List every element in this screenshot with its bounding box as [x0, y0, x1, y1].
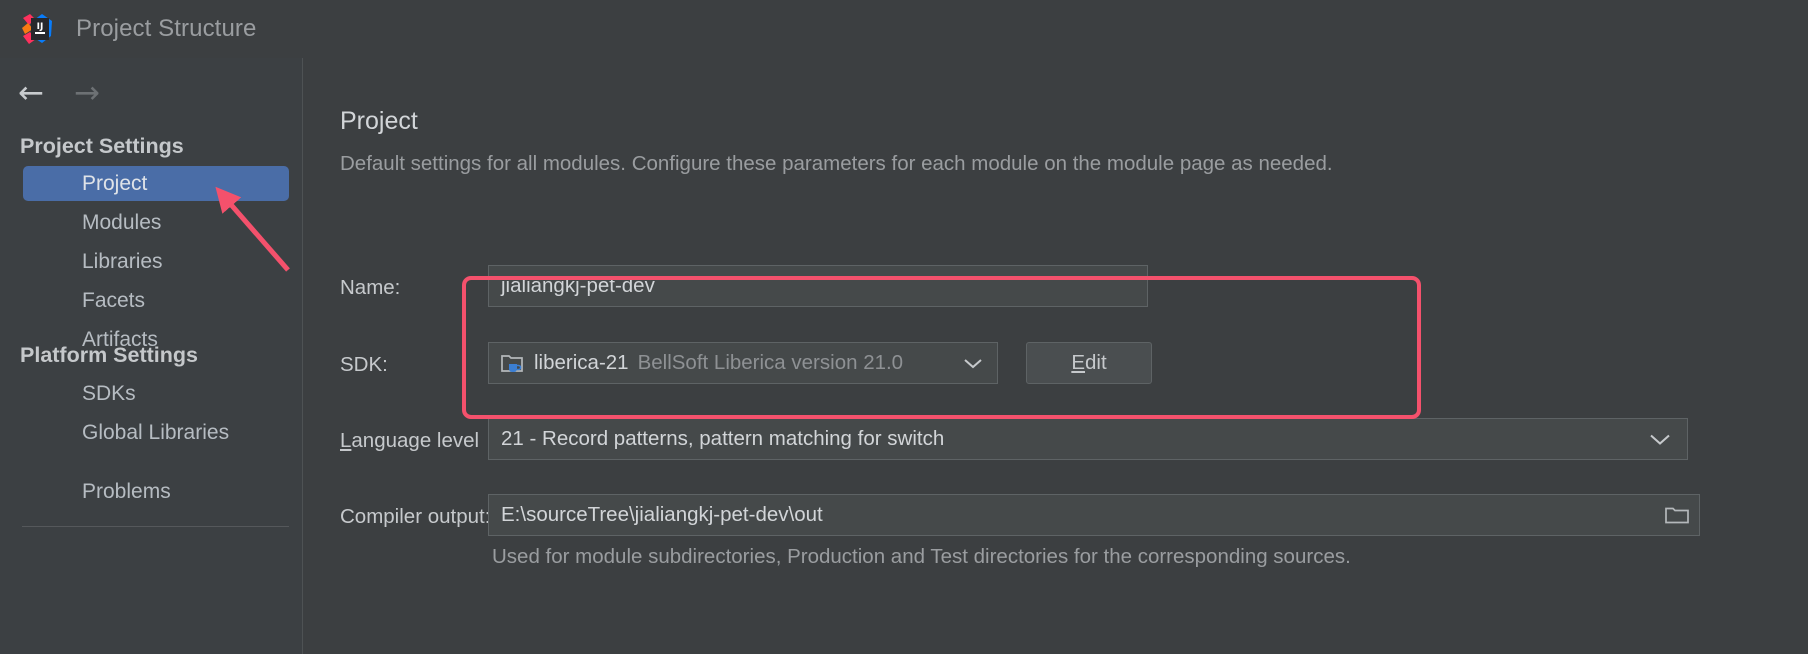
sidebar-item-label: Facets — [82, 288, 146, 312]
language-level-dropdown[interactable]: 21 - Record patterns, pattern matching f… — [488, 418, 1688, 460]
folder-browse-icon[interactable] — [1665, 505, 1689, 526]
sidebar-item-label: Project — [82, 171, 148, 195]
sidebar-item-problems[interactable]: Problems — [23, 474, 289, 509]
project-structure-dialog: IJ Project Structure ← → Project Setting… — [0, 0, 1808, 654]
navigation-arrows: ← → — [18, 78, 100, 109]
sidebar-item-global-libraries[interactable]: Global Libraries — [23, 415, 289, 450]
sidebar-item-modules[interactable]: Modules — [23, 205, 289, 240]
language-level-label-rest: anguage level — [351, 429, 480, 452]
chevron-down-icon[interactable] — [1649, 433, 1671, 446]
sidebar-divider — [22, 526, 289, 527]
sidebar-item-label: Libraries — [82, 249, 163, 273]
chevron-down-icon[interactable] — [963, 357, 983, 369]
intellij-idea-logo-icon: IJ — [20, 12, 54, 46]
arrow-left-icon[interactable]: ← — [18, 78, 44, 109]
edit-button-label: Edit — [1071, 351, 1107, 374]
sidebar-item-project[interactable]: Project — [23, 166, 289, 201]
sdk-value: liberica-21 — [534, 351, 629, 374]
compiler-output-hint: Used for module subdirectories, Producti… — [492, 545, 1351, 568]
compiler-output-value: E:\sourceTree\jialiangkj-pet-dev\out — [501, 503, 823, 526]
sidebar-item-label: SDKs — [82, 381, 136, 405]
compiler-output-input[interactable]: E:\sourceTree\jialiangkj-pet-dev\out — [488, 494, 1700, 536]
title-bar: IJ Project Structure — [0, 0, 1808, 58]
sidebar-item-label: Problems — [82, 479, 171, 503]
sdk-value-detail: BellSoft Liberica version 21.0 — [637, 351, 904, 374]
jdk-folder-icon — [501, 352, 525, 374]
sidebar-item-libraries[interactable]: Libraries — [23, 244, 289, 279]
name-value: jialiangkj-pet-dev — [501, 274, 655, 297]
main-content-panel: Project Default settings for all modules… — [304, 58, 1808, 654]
language-level-value: 21 - Record patterns, pattern matching f… — [501, 427, 945, 450]
settings-sidebar: ← → Project Settings Project Modules Lib… — [0, 58, 303, 654]
section-header-platform-settings: Platform Settings — [20, 343, 198, 367]
language-level-mnemonic: L — [340, 429, 352, 452]
page-title: Project — [340, 107, 418, 135]
page-description: Default settings for all modules. Config… — [340, 152, 1333, 175]
compiler-output-label: Compiler output: — [340, 505, 491, 528]
svg-text:IJ: IJ — [37, 22, 44, 32]
name-input[interactable]: jialiangkj-pet-dev — [488, 265, 1148, 307]
sidebar-item-label: Modules — [82, 210, 162, 234]
sidebar-item-facets[interactable]: Facets — [23, 283, 289, 318]
sidebar-item-label: Global Libraries — [82, 420, 230, 444]
section-header-project-settings: Project Settings — [20, 134, 184, 158]
sdk-label: SDK: — [340, 353, 388, 376]
language-level-label: Language level — [340, 429, 479, 453]
name-label: Name: — [340, 276, 401, 299]
window-title: Project Structure — [76, 15, 257, 42]
edit-sdk-button[interactable]: Edit — [1026, 342, 1152, 384]
sidebar-item-sdks[interactable]: SDKs — [23, 376, 289, 411]
arrow-right-icon[interactable]: → — [74, 78, 100, 109]
sdk-dropdown[interactable]: liberica-21 BellSoft Liberica version 21… — [488, 342, 998, 384]
